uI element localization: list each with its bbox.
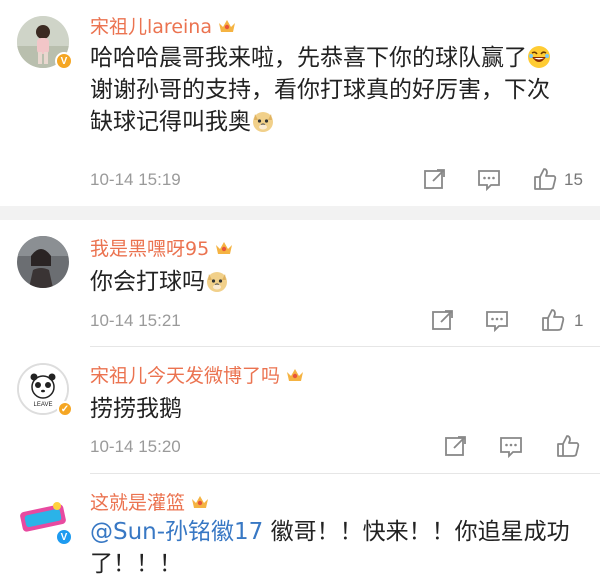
comment-text: 你会打球吗 [90,266,570,298]
comment-timestamp: 10-14 15:19 [90,170,181,189]
avatar[interactable]: V [17,16,73,70]
comment-icon[interactable] [484,307,510,333]
comment-item: V 这就是灌篮 @Sun-孙铭徽17 徽哥！！快来！！你追星成功了！！！ [0,474,600,582]
svg-text:LEAVE: LEAVE [34,402,53,408]
like-icon[interactable] [540,307,566,333]
share-icon[interactable] [430,307,456,333]
doge-emoji-icon [207,272,227,292]
comment-text: 捞捞我鹅 [90,396,182,422]
comment-icon[interactable] [498,433,524,459]
comment-item: 我是黑嘿呀95 你会打球吗 10-14 15:21 1 [0,220,600,345]
like-icon[interactable] [532,166,558,192]
crown-icon [287,368,304,381]
comment-icon[interactable] [476,166,502,192]
avatar[interactable] [17,236,69,288]
section-divider [0,206,600,220]
comment-timestamp: 10-14 15:21 [90,311,181,330]
share-icon[interactable] [443,433,469,459]
comment-item: V 宋祖儿lareina 哈哈哈晨哥我来啦，先恭喜下你的球队赢了 谢谢孙哥的支持… [0,0,600,205]
like-icon[interactable] [555,433,581,459]
comment-text: 哈哈哈晨哥我来啦，先恭喜下你的球队赢了 谢谢孙哥的支持，看你打球真的好厉害，下次… [90,45,550,135]
verified-badge: ✓ [57,401,73,417]
crown-icon [218,19,235,32]
commenter-name[interactable]: 宋祖儿今天发微博了吗 [90,361,280,388]
verified-badge: V [55,528,73,546]
comment-item: LEAVE ✓ 宋祖儿今天发微博了吗 捞捞我鹅 10-14 15:20 [0,347,600,472]
crown-icon [192,495,209,508]
doge-emoji-icon [253,112,273,132]
commenter-name[interactable]: 我是黑嘿呀95 [90,234,209,261]
commenter-name[interactable]: 宋祖儿lareina [90,12,212,39]
user-mention-link[interactable]: @Sun-孙铭徽17 [90,519,263,545]
avatar[interactable]: V [17,492,73,546]
verified-badge: V [55,52,73,70]
share-icon[interactable] [422,166,448,192]
avatar[interactable]: LEAVE ✓ [17,363,73,417]
comment-timestamp: 10-14 15:20 [90,437,181,456]
like-count: 15 [564,170,583,189]
like-count: 1 [574,311,584,330]
comment-text: @Sun-孙铭徽17 徽哥！！快来！！你追星成功了！！！ [90,519,570,577]
commenter-name[interactable]: 这就是灌篮 [90,488,185,515]
crown-icon [216,241,233,254]
laughing-emoji-icon [528,46,550,68]
